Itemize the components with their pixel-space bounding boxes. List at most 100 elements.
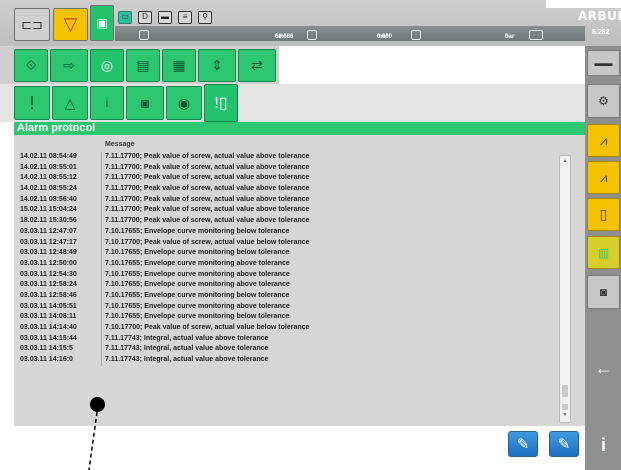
table-row[interactable]: 03.03.11 14:05:51 7.10.17655; Envelope cu… <box>18 301 558 313</box>
edit-button[interactable]: ✎ <box>508 431 538 457</box>
single-cycle-button[interactable]: ▣ <box>90 5 114 41</box>
row-timestamp: 03.03.11 14:08:11 <box>18 312 102 323</box>
scroll-thumb-lower[interactable] <box>562 404 568 410</box>
info-strip: 58.686 cm³ 0.000 cm³ 0 bar <box>115 26 585 41</box>
row-timestamp: 03.03.11 12:58:24 <box>18 280 102 291</box>
info-button[interactable]: i <box>90 86 124 120</box>
edit-all-button[interactable]: ✎ <box>549 431 579 457</box>
timer-circle-button[interactable]: ◉ <box>166 86 202 120</box>
row-message: 7.11.17743; Integral, actual value above… <box>105 356 269 364</box>
table-row[interactable]: 14.02.11 08:55:01 7.11.17700; Peak value … <box>18 162 558 174</box>
scroll-up-icon[interactable]: ▲ <box>562 158 568 164</box>
row-message: 7.10.17655; Envelope curve monitoring ab… <box>105 259 290 267</box>
toggle-button[interactable]: ▬▬ <box>587 50 620 76</box>
table-row[interactable]: 03.03.11 12:47:07 7.10.17655; Envelope cu… <box>18 226 558 238</box>
transfer-icon: ⇄ <box>251 57 263 73</box>
row-message: 7.11.17700; Peak value of screw, actual … <box>105 217 310 225</box>
cooling-icon: ≡ <box>178 11 192 24</box>
table-row[interactable]: 14.02.11 08:55:12 7.11.17700; Peak value … <box>18 173 558 185</box>
row-message: 7.10.17655; Envelope curve monitoring be… <box>105 227 290 235</box>
info-icon: i <box>105 96 109 110</box>
row-timestamp: 03.03.11 14:16:0 <box>18 355 102 366</box>
ejector-button[interactable]: ⇕ <box>198 49 236 82</box>
screen: ARBURG ▭ D ▬ ≡ ⚲ 58.686 cm³ 0.000 cm³ 0 … <box>0 0 621 470</box>
comment-icon: ◙ <box>599 285 608 299</box>
row-timestamp: 14.02.11 08:55:24 <box>18 184 102 195</box>
click-marker <box>90 397 105 412</box>
dial-button[interactable]: ⚙ <box>587 84 620 118</box>
bottom-bar: ✎ ✎ <box>14 426 585 462</box>
screen-icon: ▭ <box>118 11 132 24</box>
alarm-exclamation-button[interactable]: ! <box>14 86 50 120</box>
row-timestamp: 03.03.11 12:54:30 <box>18 269 102 281</box>
document-button[interactable]: ▯ <box>587 198 620 231</box>
nozzle-forward-button[interactable]: ⟐ <box>14 49 48 82</box>
toggle-icon: ▬▬ <box>594 58 613 68</box>
row-message: 7.10.17700; Peak value of screw, actual … <box>105 238 310 246</box>
single-cycle-icon: ▣ <box>96 16 108 30</box>
screw-icon: ◎ <box>100 57 114 73</box>
alarm-protocol-icon: !▯ <box>214 95 228 112</box>
calendar-icon: ▦ <box>172 57 186 73</box>
table-row[interactable]: 03.03.11 14:08:11 7.10.17655; Envelope cu… <box>18 312 558 323</box>
table-row[interactable]: 14.02.11 08:56:40 7.11.17700; Peak value … <box>18 194 558 206</box>
row-timestamp: 14.02.11 08:54:49 <box>18 152 102 163</box>
info-sidebar-button[interactable]: i <box>587 428 620 462</box>
row-timestamp: 03.03.11 12:58:46 <box>18 290 102 302</box>
table-row[interactable]: 03.03.11 12:54:30 7.10.17655; Envelope cu… <box>18 269 558 281</box>
row-timestamp: 14.02.11 08:55:12 <box>18 173 102 185</box>
row-message: 7.11.17700; Peak value of screw, actual … <box>105 163 310 171</box>
table-row[interactable]: 14.02.11 08:54:49 7.11.17700; Peak value … <box>18 152 558 163</box>
curve-tolerance-button[interactable]: ⩘ <box>587 161 620 194</box>
warning-triangle-button[interactable]: △ <box>52 86 88 120</box>
comment-button[interactable]: ◙ <box>587 275 620 309</box>
table-row[interactable]: 03.03.11 12:47:17 7.10.17700; Peak value … <box>18 237 558 249</box>
screw-button[interactable]: ◎ <box>90 49 124 82</box>
funnel-icon: ▽ <box>63 14 78 34</box>
table-row[interactable]: 03.03.11 14:14:40 7.10.17700; Peak value … <box>18 323 558 334</box>
timer-square-button[interactable]: ◙ <box>126 86 164 120</box>
scroll-down-icon[interactable]: ▼ <box>562 412 568 418</box>
calendar-button[interactable]: ▦ <box>162 49 196 82</box>
alarm-exclamation-icon: ! <box>29 92 35 113</box>
back-button[interactable]: ← <box>587 351 620 385</box>
table-row[interactable]: 18.02.11 15:30:56 7.11.17700; Peak value … <box>18 216 558 227</box>
table-row[interactable]: 03.03.11 12:58:24 7.10.17655; Envelope cu… <box>18 280 558 291</box>
screw-stroke-icon: ⚲ <box>198 11 212 24</box>
dial-icon: ⚙ <box>598 94 609 108</box>
back-arrow-icon: ← <box>594 357 613 378</box>
row-message: 7.11.17700; Peak value of screw, actual … <box>105 185 310 193</box>
row-timestamp: 03.03.11 14:05:51 <box>18 301 102 313</box>
nozzle-back-icon: ⇨ <box>63 57 75 73</box>
mould-open-button[interactable]: ▤ <box>126 49 160 82</box>
table-row[interactable]: 03.03.11 12:50:00 7.10.17655; Envelope cu… <box>18 258 558 270</box>
row-message: 7.11.17700; Peak value of screw, actual … <box>105 174 310 182</box>
row-message: 7.10.17655; Envelope curve monitoring ab… <box>105 281 290 289</box>
row-timestamp: 03.03.11 12:47:07 <box>18 226 102 238</box>
table-row[interactable]: 03.03.11 12:58:46 7.10.17655; Envelope cu… <box>18 290 558 302</box>
row-message: 7.10.17700; Peak value of screw, actual … <box>105 324 310 331</box>
table-row[interactable]: 03.03.11 14:15:44 7.11.17743; Integral, a… <box>18 333 558 345</box>
row-message: 7.10.17655; Envelope curve monitoring ab… <box>105 302 290 310</box>
alarm-protocol-button[interactable]: !▯ <box>204 84 238 122</box>
nozzle-back-button[interactable]: ⇨ <box>50 49 88 82</box>
row-message: 7.11.17700; Peak value of screw, actual … <box>105 206 310 214</box>
funnel-button[interactable]: ▽ <box>53 8 88 41</box>
ejector-icon: ⇕ <box>211 57 223 73</box>
table-row[interactable]: 15.02.11 15:04:24 7.11.17700; Peak value … <box>18 205 558 217</box>
transfer-button[interactable]: ⇄ <box>238 49 276 82</box>
barcode-button[interactable]: ▥ <box>587 236 620 269</box>
table-row[interactable]: 03.03.11 14:16:0 7.11.17743; Integral, ac… <box>18 355 558 366</box>
mode-button[interactable]: ⊏⊐ <box>14 8 50 41</box>
row-timestamp: 03.03.11 12:50:00 <box>18 258 102 270</box>
scrollbar[interactable]: ▲ ▼ <box>559 155 571 423</box>
scroll-thumb[interactable] <box>562 385 568 397</box>
table-row[interactable]: 14.02.11 08:55:24 7.11.17700; Peak value … <box>18 184 558 195</box>
curve-button[interactable]: ⩘ <box>587 124 620 157</box>
row-timestamp: 03.03.11 14:15:5 <box>18 344 102 356</box>
row-message: 7.11.17700; Peak value of screw, actual … <box>105 195 310 203</box>
volume-icon <box>139 30 149 40</box>
table-row[interactable]: 03.03.11 12:48:49 7.10.17655; Envelope cu… <box>18 248 558 259</box>
row-message: 7.10.17655; Envelope curve monitoring ab… <box>105 270 290 278</box>
table-row[interactable]: 03.03.11 14:15:5 7.11.17743; Integral, ac… <box>18 344 558 356</box>
